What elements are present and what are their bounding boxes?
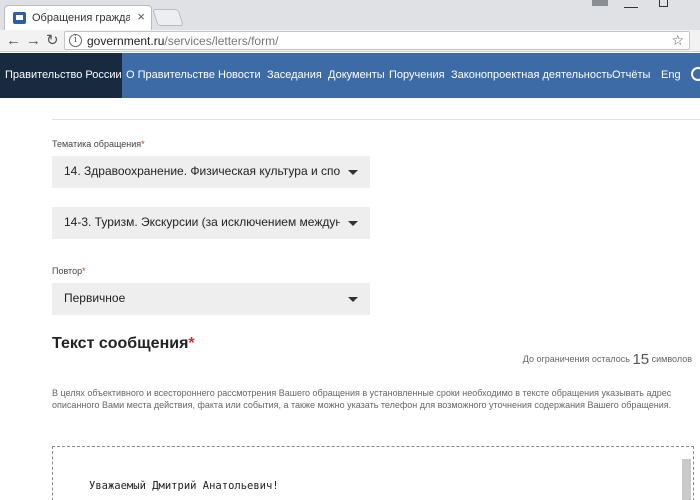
nav-item-reports[interactable]: Отчёты	[612, 53, 650, 98]
message-section-title: Текст сообщения*	[52, 335, 195, 353]
message-hint: В целях объективного и всестороннего рас…	[52, 388, 672, 410]
address-bar[interactable]: i government.ru/services/letters/form/ ☆	[64, 31, 690, 50]
browser-tab[interactable]: Обращения граждан - Г ×	[4, 5, 152, 30]
minimize-icon[interactable]	[624, 0, 638, 8]
section-divider	[52, 119, 700, 120]
user-profile-icon[interactable]	[592, 0, 608, 6]
tab-title: Обращения граждан - Г	[32, 12, 130, 24]
url-path: /services/letters/form/	[164, 34, 279, 48]
back-icon[interactable]: ←	[6, 32, 21, 50]
star-icon[interactable]: ☆	[671, 32, 684, 49]
reload-icon[interactable]: ↻	[46, 32, 59, 50]
character-limit-counter: До ограничения осталось 15 символов	[523, 351, 692, 368]
url-host: government.ru	[87, 34, 165, 48]
nav-item-news[interactable]: Новости	[218, 53, 261, 98]
message-text[interactable]: Уважаемый Дмитрий Анатольевич!	[89, 480, 279, 492]
subtopic-select[interactable]: 14-3. Туризм. Экскурсии (за исключением …	[52, 207, 370, 239]
topic-label-text: Тематика обращения	[52, 139, 142, 149]
url-text[interactable]: government.ru/services/letters/form/	[87, 34, 278, 48]
browser-toolbar: ← → ↻ i government.ru/services/letters/f…	[0, 30, 700, 52]
chevron-down-icon	[348, 221, 358, 226]
message-textarea[interactable]: Уважаемый Дмитрий Анатольевич!	[52, 446, 694, 500]
browser-tabstrip: Обращения граждан - Г ×	[0, 0, 700, 30]
subtopic-select-value: 14-3. Туризм. Экскурсии (за исключением …	[64, 215, 340, 229]
new-tab-button[interactable]	[152, 9, 184, 26]
search-icon[interactable]	[691, 67, 700, 81]
forward-icon[interactable]: →	[26, 32, 41, 50]
info-icon[interactable]: i	[69, 34, 82, 47]
topic-select[interactable]: 14. Здравоохранение. Физическая культура…	[52, 156, 370, 188]
nav-item-instructions[interactable]: Поручения	[389, 53, 445, 98]
repeat-label: Повтор*	[52, 266, 86, 276]
chevron-down-icon	[348, 297, 358, 302]
repeat-label-text: Повтор	[52, 266, 83, 276]
required-mark: *	[141, 139, 145, 149]
repeat-select[interactable]: Первичное	[52, 283, 370, 315]
chevron-down-icon	[348, 170, 358, 175]
topic-label: Тематика обращения*	[52, 139, 145, 149]
limit-prefix: До ограничения осталось	[522, 354, 630, 364]
required-mark: *	[82, 266, 86, 276]
limit-count: 15	[632, 351, 650, 368]
limit-suffix: символов	[651, 354, 692, 364]
maximize-icon[interactable]	[659, 0, 668, 7]
required-mark: *	[188, 335, 195, 352]
site-navigation: Правительство России О Правительстве Нов…	[0, 53, 700, 98]
government-favicon-icon	[13, 12, 26, 24]
textarea-scrollbar[interactable]	[682, 459, 691, 500]
repeat-select-value: Первичное	[64, 291, 126, 305]
nav-item-documents[interactable]: Документы	[328, 53, 385, 98]
nav-item-meetings[interactable]: Заседания	[267, 53, 322, 98]
nav-item-about-government[interactable]: О Правительстве	[126, 53, 215, 98]
nav-item-legislative-activity[interactable]: Законопроектная деятельность	[451, 53, 612, 98]
topic-select-value: 14. Здравоохранение. Физическая культура…	[64, 164, 340, 178]
site-brand-link[interactable]: Правительство России	[0, 53, 122, 98]
close-icon[interactable]: ×	[137, 10, 145, 24]
nav-item-english[interactable]: Eng	[661, 53, 681, 98]
message-title-text: Текст сообщения	[52, 335, 189, 352]
